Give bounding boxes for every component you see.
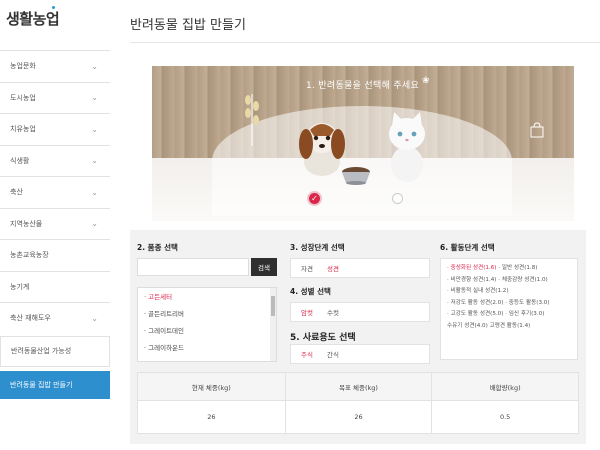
activity-option[interactable]: 고강도 활동 성견(5.0) <box>451 311 504 317</box>
site-logo[interactable]: 생활농업 <box>6 8 60 29</box>
sidebar-item-machinery[interactable]: 농기계 <box>0 270 110 303</box>
sidebar-item-pet-meal[interactable]: 반려동물 집밥 만들기 <box>0 371 110 399</box>
sex-option-female[interactable]: 암컷 <box>301 307 313 317</box>
sex-option-male[interactable]: 수컷 <box>327 307 339 317</box>
target-weight-header: 목표 체중(kg) <box>284 373 432 401</box>
chevron-down-icon: ⌄ <box>91 187 98 197</box>
logo-dot <box>52 6 55 9</box>
sidebar-menu: 농업문화 ⌄ 도시농업 ⌄ 치유농업 ⌄ 식생활 ⌄ 축산 ⌄ 지역농산물 ⌄ 농촌교육농장… <box>0 50 110 399</box>
purpose-option-snack[interactable]: 간식 <box>327 349 339 359</box>
banner-title: 1. 반려동물을 선택해 주세요 <box>306 81 420 91</box>
activity-option[interactable]: 비활동적 실내 성견(1.2) <box>451 288 509 294</box>
sidebar-item-label: 반려동물 집밥 만들기 <box>10 381 73 389</box>
title-divider <box>130 42 600 43</box>
sidebar-item-label: 축산 <box>10 188 23 197</box>
sidebar-item-diet[interactable]: 식생활 ⌄ <box>0 144 110 177</box>
activity-option[interactable]: 임신 후기(3.0) <box>509 311 545 317</box>
sidebar-item-farm-culture[interactable]: 농업문화 ⌄ <box>0 50 110 82</box>
shopping-bag-icon <box>530 122 544 138</box>
chevron-down-icon: ⌄ <box>91 313 98 323</box>
breed-list[interactable]: · 고든세터 · 골든리트리버 · 그레이트데인 · 그레이하운드 <box>137 287 277 362</box>
wheat-icon <box>245 94 259 146</box>
growth-option-puppy[interactable]: 자견 <box>301 263 313 273</box>
sidebar-item-label: 농기계 <box>10 282 30 291</box>
list-item[interactable]: · 골든리트리버 <box>138 305 276 322</box>
breed-list-scrollbar[interactable] <box>270 288 276 361</box>
chevron-down-icon: ⌄ <box>91 156 98 166</box>
growth-option-adult[interactable]: 성견 <box>327 263 339 273</box>
chevron-down-icon: ⌄ <box>91 93 98 103</box>
sidebar-item-label: 도시농업 <box>10 93 36 102</box>
activity-option[interactable]: 수유기 성견(4.0) <box>447 323 488 329</box>
sex-options: 암컷 수컷 <box>290 302 430 322</box>
sidebar-item-local-produce[interactable]: 지역농산물 ⌄ <box>0 207 110 240</box>
mix-amount-header: 배합량(kg) <box>431 373 578 401</box>
page-title: 반려동물 집밥 만들기 <box>130 18 246 33</box>
sidebar-item-disaster[interactable]: 축산 재해도우 ⌄ <box>0 302 110 334</box>
sidebar-item-healing-farming[interactable]: 치유농업 ⌄ <box>0 113 110 145</box>
activity-option[interactable]: 일반 성견(1.8) <box>502 265 538 271</box>
activity-option[interactable]: 체중감량 성견(1.0) <box>502 277 548 283</box>
activity-options: · 중성화된 성견(1.6) · 일반 성견(1.8) · 비만경향 성견(1.… <box>440 258 578 360</box>
activity-option[interactable]: 중등도 활동(3.0) <box>509 300 550 306</box>
activity-row: · 저강도 활동 성견(2.0) · 중등도 활동(3.0) <box>447 299 550 306</box>
growth-section-title: 3. 성장단계 선택 <box>290 243 345 252</box>
purpose-option-main[interactable]: 주식 <box>301 349 313 359</box>
purpose-section-title: 5. 사료용도 선택 <box>290 333 356 343</box>
activity-row: · 비만경향 성견(1.4) · 체중감량 성견(1.0) <box>447 276 548 283</box>
breed-search-input[interactable] <box>137 258 249 276</box>
sidebar-item-label: 농업문화 <box>10 62 36 71</box>
purpose-options: 주식 간식 <box>290 344 430 364</box>
scroll-thumb[interactable] <box>271 296 275 316</box>
mix-amount-value: 0.5 <box>431 401 578 433</box>
activity-row: · 중성화된 성견(1.6) · 일반 성견(1.8) <box>447 265 538 271</box>
pet-select-banner: 1. 반려동물을 선택해 주세요 ❀ ✓ <box>152 66 574 221</box>
activity-option[interactable]: 비만경향 성견(1.4) <box>451 277 497 283</box>
sidebar: 생활농업 농업문화 ⌄ 도시농업 ⌄ 치유농업 ⌄ 식생활 ⌄ 축산 ⌄ 지역농산물 ⌄ 농… <box>0 0 118 450</box>
activity-section-title: 6. 활동단계 선택 <box>440 243 495 252</box>
cat-image[interactable] <box>384 106 430 186</box>
sidebar-item-label: 축산 재해도우 <box>10 314 51 323</box>
pet-meal-form: 2. 품종 선택 검색 · 고든세터 · 골든리트리버 · 그레이트데인 · 그… <box>130 230 586 444</box>
sidebar-item-label: 치유농업 <box>10 125 36 134</box>
paw-icon: ❀ <box>422 76 430 86</box>
list-item[interactable]: · 고든세터 <box>138 288 276 305</box>
current-weight-value[interactable]: 26 <box>138 401 285 433</box>
target-weight-value[interactable]: 26 <box>284 401 432 433</box>
chevron-down-icon: ⌄ <box>91 219 98 229</box>
sidebar-item-livestock[interactable]: 축산 ⌄ <box>0 176 110 208</box>
cat-select-radio[interactable] <box>392 193 403 204</box>
activity-option[interactable]: 고령견 활동(1.4) <box>490 323 531 329</box>
list-item[interactable]: · 그레이하운드 <box>138 339 276 356</box>
activity-row: · 비활동적 실내 성견(1.2) <box>447 288 509 294</box>
sidebar-item-label: 농촌교육농장 <box>10 251 49 260</box>
result-table: 현재 체중(kg) 목표 체중(kg) 배합량(kg) 26 26 0.5 <box>137 372 579 434</box>
sidebar-item-label: 지역농산물 <box>10 219 43 228</box>
sidebar-item-urban-farming[interactable]: 도시농업 ⌄ <box>0 81 110 114</box>
activity-row: 수유기 성견(4.0) 고령견 활동(1.4) <box>447 321 571 333</box>
breed-search-button[interactable]: 검색 <box>251 258 277 276</box>
current-weight-header: 현재 체중(kg) <box>138 373 285 401</box>
sex-section-title: 4. 성별 선택 <box>290 287 331 296</box>
dog-select-radio[interactable]: ✓ <box>307 191 322 206</box>
sidebar-item-pet-industry[interactable]: 반려동물산업 가능성 <box>0 335 110 367</box>
activity-row: · 고강도 활동 성견(5.0) · 임신 후기(3.0) <box>447 311 545 317</box>
growth-options: 자견 성견 <box>290 258 430 278</box>
food-bowl-image <box>342 167 370 185</box>
activity-option[interactable]: 중성화된 성견(1.6) <box>451 265 497 271</box>
sidebar-item-education-farm[interactable]: 농촌교육농장 <box>0 239 110 271</box>
sidebar-item-label: 식생활 <box>10 156 30 165</box>
activity-option[interactable]: 저강도 활동 성견(2.0) <box>451 300 504 306</box>
sidebar-item-label: 반려동물산업 가능성 <box>11 347 72 356</box>
chevron-down-icon: ⌄ <box>91 124 98 134</box>
breed-section-title: 2. 품종 선택 <box>137 243 178 252</box>
chevron-down-icon: ⌄ <box>91 61 98 71</box>
main-content: 반려동물 집밥 만들기 1. 반려동물을 선택해 주세요 ❀ ✓ 2. 품종 선… <box>118 0 600 450</box>
list-item[interactable]: · 그레이트데인 <box>138 322 276 339</box>
